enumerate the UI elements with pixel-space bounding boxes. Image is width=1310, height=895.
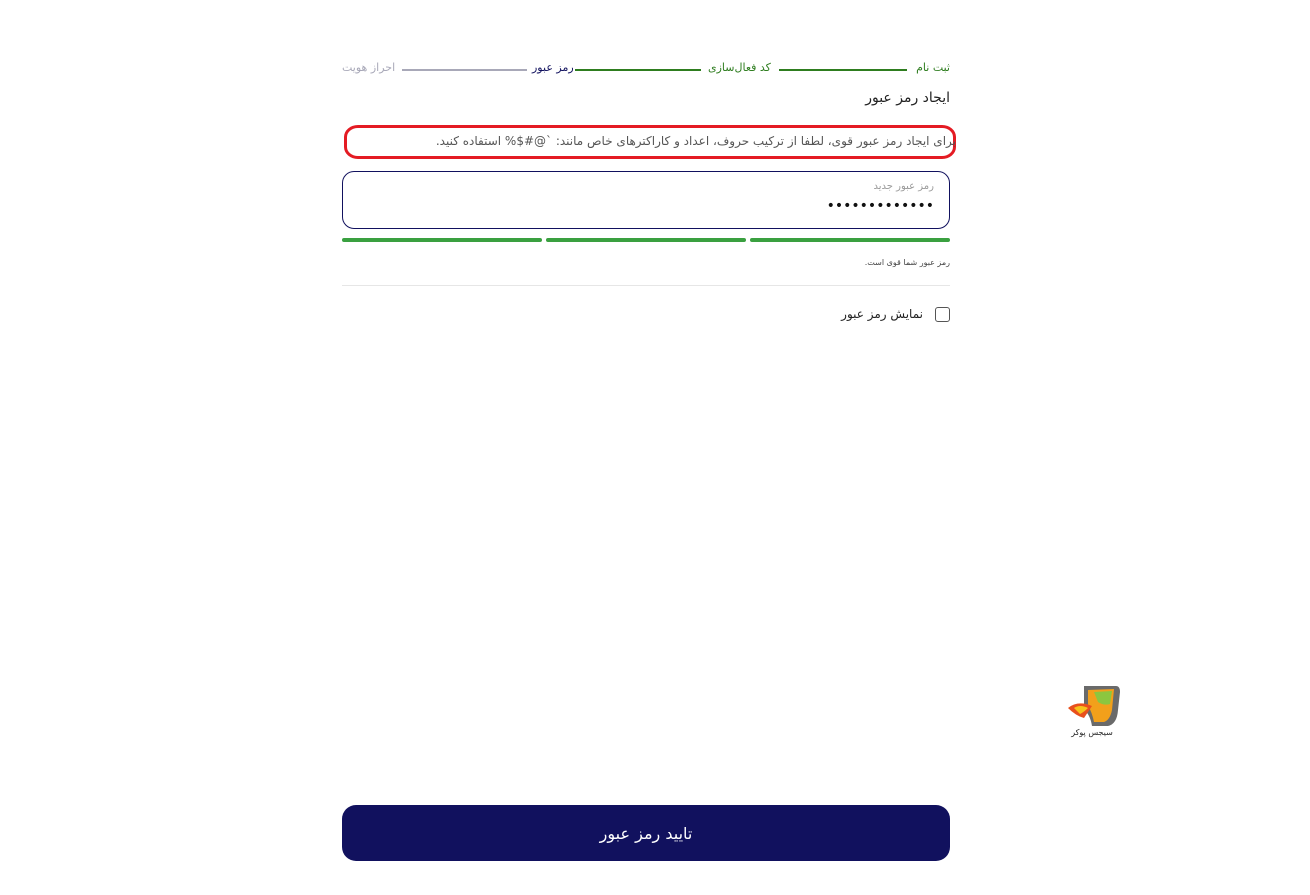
logo-icon (1068, 686, 1120, 726)
show-password-toggle[interactable]: نمایش رمز عبور (841, 304, 950, 324)
stepper: ثبت نام کد فعال‌سازی رمز عبور احراز هویت (342, 60, 950, 78)
new-password-label: رمز عبور جدید (873, 181, 934, 192)
step-identity-verification: احراز هویت (342, 61, 396, 74)
brand-logo: سیجس پوکر (1064, 684, 1124, 744)
page-title: ایجاد رمز عبور (865, 90, 950, 106)
page: ثبت نام کد فعال‌سازی رمز عبور احراز هویت… (0, 0, 1310, 895)
strength-bar-2 (546, 238, 746, 242)
password-hint: برای ایجاد رمز عبور قوی، لطفا از ترکیب ح… (435, 134, 956, 148)
step-activation-code: کد فعال‌سازی (708, 61, 771, 74)
new-password-value[interactable]: ••••••••••••• (827, 196, 934, 216)
strength-bar-3 (750, 238, 950, 242)
password-strength-meter (342, 238, 950, 242)
divider (342, 285, 950, 286)
show-password-checkbox[interactable] (935, 306, 950, 322)
step-signup: ثبت نام (916, 61, 950, 74)
strength-message: رمز عبور شما قوی است. (864, 258, 950, 267)
logo-text: سیجس پوکر (1071, 728, 1113, 737)
strength-bar-1 (342, 238, 542, 242)
step-connector-1 (779, 69, 907, 71)
step-connector-3 (402, 69, 527, 71)
confirm-password-button[interactable]: تایید رمز عبور (342, 805, 950, 861)
step-password: رمز عبور (532, 61, 574, 74)
show-password-label: نمایش رمز عبور (841, 307, 923, 321)
new-password-field[interactable]: رمز عبور جدید ••••••••••••• (342, 171, 950, 229)
step-connector-2 (575, 69, 701, 71)
